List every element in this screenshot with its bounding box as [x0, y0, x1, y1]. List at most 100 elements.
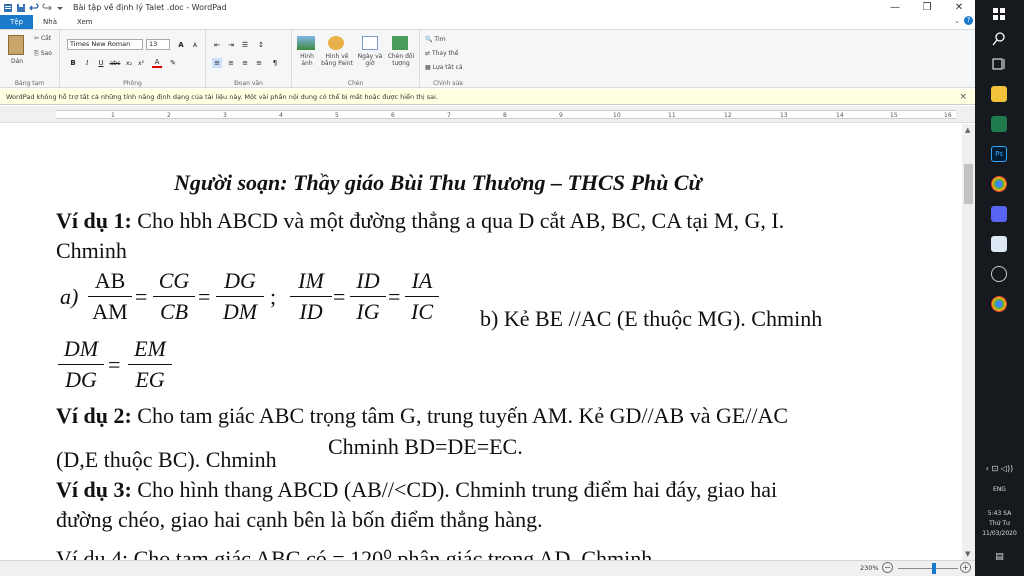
increase-indent-icon[interactable]: ⇥ — [226, 40, 236, 50]
font-family-select[interactable]: Times New Roman — [67, 39, 143, 50]
select-all-button[interactable]: ▦ Lựa tất cả — [425, 64, 463, 71]
datetime-icon[interactable] — [362, 36, 378, 50]
justify-icon[interactable]: ≡ — [254, 58, 264, 68]
clock-day[interactable]: Thứ Tư — [975, 520, 1024, 527]
tray-icons[interactable]: ‹ ⊡ ◁)) — [975, 464, 1024, 473]
subscript-button[interactable]: x₂ — [124, 58, 134, 68]
redo-icon[interactable] — [42, 2, 52, 13]
fraction-denominator: ID — [299, 299, 323, 324]
paragraph-label: Đoạn văn — [234, 80, 263, 87]
datetime-button[interactable]: Ngày và giờ — [356, 53, 384, 67]
author-line: Người soạn: Thầy giáo Bùi Thu Thương – T… — [174, 170, 702, 195]
windows-start-icon[interactable] — [991, 6, 1007, 22]
insert-picture-button[interactable]: Hình ảnh — [295, 53, 319, 67]
example-3-label: Ví dụ 3: — [56, 477, 132, 502]
zoom-out-icon[interactable]: − — [882, 562, 893, 573]
decrease-indent-icon[interactable]: ⇤ — [212, 40, 222, 50]
insert-object-button[interactable]: Chèn đối tượng — [384, 53, 418, 67]
underline-button[interactable]: U — [96, 58, 106, 68]
bullets-icon[interactable]: ☰ — [240, 40, 250, 50]
ribbon: Dán ✂ Cắt ⎘ Sao Bảng tạm Times New Roman… — [0, 29, 975, 88]
fraction-denominator: IG — [356, 299, 380, 324]
ribbon-tabs: Tệp Nhà Xem ⌄ ? — [0, 15, 975, 29]
fraction-denominator: AM — [92, 299, 128, 324]
photoshop-icon[interactable]: Ps — [991, 146, 1007, 162]
example-4-partial-line: Ví dụ 4: Cho tam giác ABC có = 120⁰ phân… — [56, 546, 653, 560]
copy-button[interactable]: ⎘ Sao — [34, 50, 52, 58]
help-icon[interactable]: ? — [964, 16, 973, 25]
example-2-float-text: Chminh BD=DE=EC. — [328, 434, 523, 459]
align-right-icon[interactable]: ≡ — [240, 58, 250, 68]
align-left-icon[interactable]: ≡ — [212, 58, 222, 68]
superscript-button[interactable]: x² — [136, 58, 146, 68]
maximize-button[interactable]: ❐ — [911, 0, 943, 15]
strikethrough-button[interactable]: abc — [110, 58, 121, 68]
scroll-down-icon[interactable]: ▼ — [965, 550, 970, 558]
tab-file[interactable]: Tệp — [0, 15, 34, 29]
zoom-slider-thumb[interactable] — [932, 563, 936, 574]
grow-font-button[interactable]: A — [176, 40, 186, 50]
replace-button[interactable]: ⇄ Thay thế — [425, 50, 458, 57]
cut-button[interactable]: ✂ Cắt — [34, 35, 51, 42]
example-3-line: Ví dụ 3: Cho hình thang ABCD (AB//<CD). … — [56, 477, 777, 503]
italic-button[interactable]: I — [82, 58, 92, 68]
fraction-cg-cb: CG CB — [153, 268, 195, 325]
paste-icon[interactable] — [8, 35, 24, 55]
equals-sign: = — [388, 284, 401, 309]
insert-object-icon[interactable] — [392, 36, 408, 50]
infobar-close-icon[interactable]: × — [959, 89, 967, 105]
zoom-in-icon[interactable]: + — [960, 562, 971, 573]
wordpad-app-icon[interactable] — [3, 3, 13, 13]
align-center-icon[interactable]: ≡ — [226, 58, 236, 68]
font-group: Times New Roman 13 A A B I U abc x₂ x² A… — [60, 30, 206, 88]
undo-icon[interactable] — [29, 2, 39, 13]
settings-app-icon[interactable] — [991, 266, 1007, 282]
minimize-button[interactable]: — — [879, 0, 911, 15]
part-b-text: b) Kẻ BE //AC (E thuộc MG). Chminh — [480, 306, 823, 331]
wordpad-window: Bài tập về định lý Talet .doc - WordPad … — [0, 0, 975, 576]
wordpad-taskbar-icon[interactable] — [991, 236, 1007, 252]
scroll-up-icon[interactable]: ▲ — [965, 126, 970, 134]
fraction-numerator: IA — [411, 268, 433, 293]
example-3-line-2: đường chéo, giao hai cạnh bên là bốn điể… — [56, 507, 543, 532]
file-explorer-icon[interactable] — [991, 86, 1007, 102]
vertical-scrollbar[interactable]: ▲ ▼ — [962, 124, 975, 560]
input-language[interactable]: ENG — [975, 486, 1024, 493]
font-size-select[interactable]: 13 — [146, 39, 170, 50]
ruler[interactable]: 1 2 3 4 5 6 7 8 9 10 11 12 13 14 15 16 — [0, 106, 975, 123]
paste-button[interactable]: Dán — [11, 58, 23, 65]
clock-date[interactable]: 11/03/2020 — [975, 530, 1024, 537]
clock-time[interactable]: 5:43 SA — [975, 510, 1024, 517]
discord-icon[interactable] — [991, 206, 1007, 222]
tab-view[interactable]: Xem — [67, 15, 103, 29]
collapse-ribbon-icon[interactable]: ⌄ — [954, 17, 960, 25]
line-spacing-icon[interactable]: ↕ — [256, 40, 266, 50]
fraction-denominator: CB — [159, 299, 189, 324]
close-button[interactable]: ✕ — [943, 0, 975, 15]
semicolon: ; — [270, 284, 277, 309]
tab-home[interactable]: Nhà — [33, 15, 67, 29]
example-2-text: Cho tam giác ABC trọng tâm G, trung tuyế… — [131, 403, 789, 428]
scrollbar-thumb[interactable] — [964, 164, 973, 204]
task-view-icon[interactable] — [991, 56, 1007, 72]
infobar-text: WordPad không hỗ trợ tất cả những tính n… — [6, 93, 438, 101]
paragraph-settings-icon[interactable]: ¶ — [270, 58, 280, 68]
text-color-button[interactable]: A — [152, 58, 162, 68]
notification-center-icon[interactable]: ▤ — [975, 552, 1024, 562]
customize-toolbar-icon[interactable] — [55, 3, 65, 13]
paint-drawing-button[interactable]: Hình vẽ bằng Paint — [320, 53, 354, 67]
save-icon[interactable] — [16, 3, 26, 13]
search-icon[interactable] — [991, 31, 1007, 47]
shrink-font-button[interactable]: A — [190, 40, 200, 50]
chrome-icon[interactable] — [991, 296, 1007, 312]
zoom-slider-track[interactable] — [898, 568, 958, 569]
app-green-icon[interactable] — [991, 116, 1007, 132]
document-area[interactable]: Người soạn: Thầy giáo Bùi Thu Thương – T… — [0, 124, 962, 560]
highlight-color-button[interactable]: ✎ — [168, 58, 178, 68]
bold-button[interactable]: B — [68, 58, 78, 68]
paint-drawing-icon[interactable] — [328, 36, 344, 50]
chrome-icon[interactable] — [991, 176, 1007, 192]
find-button[interactable]: 🔍 Tìm — [425, 36, 446, 43]
fraction-denominator: EG — [135, 367, 165, 392]
picture-icon[interactable] — [297, 36, 315, 50]
